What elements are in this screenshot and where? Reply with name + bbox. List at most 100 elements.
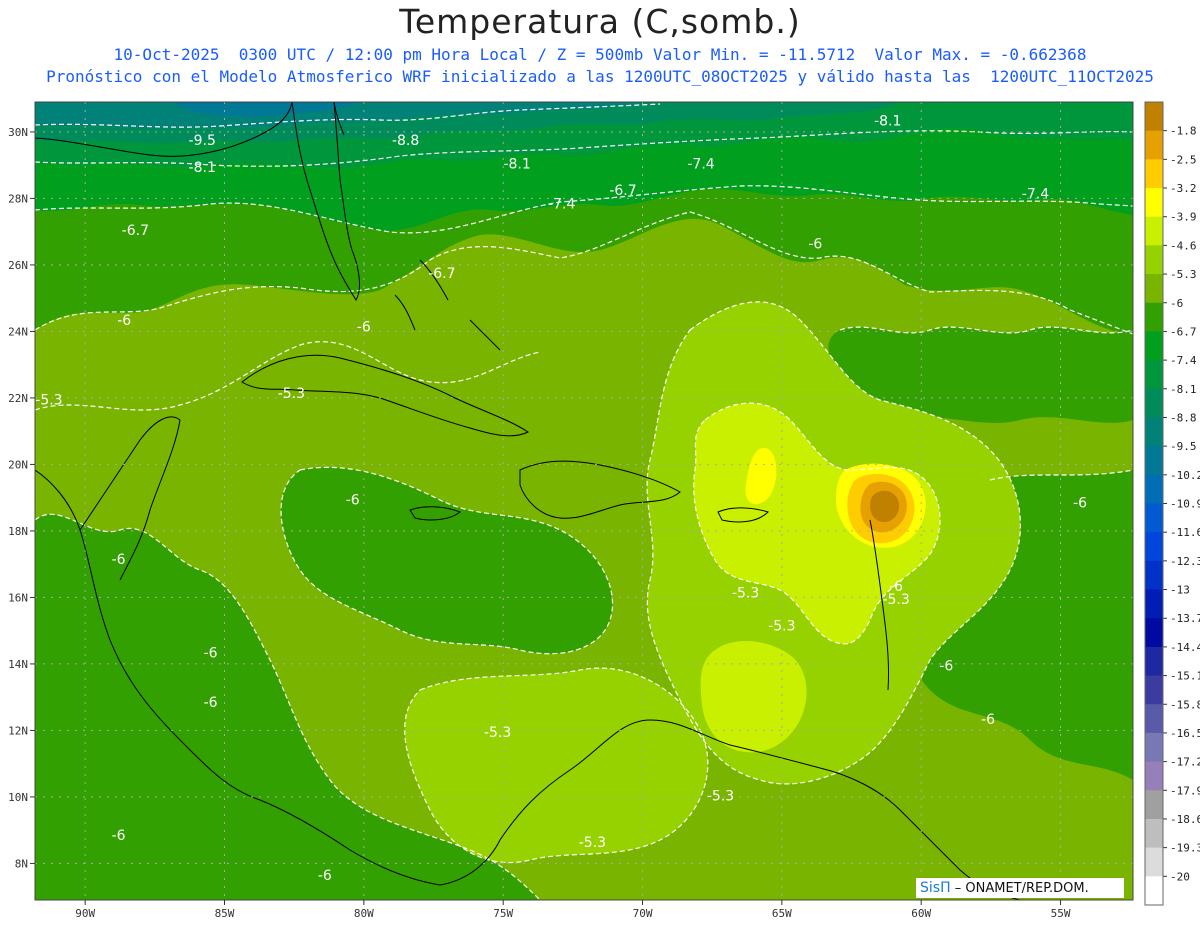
contour-label: -6.7 xyxy=(609,183,636,199)
color-scale-swatch xyxy=(1145,417,1163,447)
lon-tick-label: 80W xyxy=(354,907,374,920)
lat-tick-label: 26N xyxy=(8,259,28,272)
credit-label: SisΠ – ONAMET/REP.DOM. xyxy=(916,878,1124,898)
contour-label: -5.3 xyxy=(732,585,759,601)
color-scale-label: -3.9 xyxy=(1170,211,1197,224)
color-scale-swatch xyxy=(1145,188,1163,218)
color-scale-label: -15.8 xyxy=(1170,698,1200,711)
color-scale-swatch xyxy=(1145,818,1163,849)
color-scale-label: -12.3 xyxy=(1170,555,1200,568)
contour-label: -6 xyxy=(808,236,822,252)
color-scale-swatch xyxy=(1145,503,1163,533)
color-scale-label: -19.3 xyxy=(1170,842,1200,855)
color-scale-label: -4.6 xyxy=(1170,239,1197,252)
lon-tick-label: 60W xyxy=(911,907,931,920)
latitude-axis: 30N 28N 26N 24N 22N 20N 18N 16N 14N 12N 10N 8N xyxy=(8,126,35,870)
lon-tick-label: 55W xyxy=(1051,907,1071,920)
color-scale-swatch xyxy=(1145,446,1163,476)
field-band-1-8 xyxy=(870,490,900,522)
color-scale-swatch xyxy=(1145,790,1163,820)
color-scale-swatch xyxy=(1145,216,1163,246)
color-scale-label: -20 xyxy=(1170,870,1190,883)
color-scale-label: -11.6 xyxy=(1170,526,1200,539)
contour-label: -5.3 xyxy=(707,788,734,804)
color-scale-swatch xyxy=(1145,732,1163,763)
color-scale-label: -7.4 xyxy=(1170,354,1197,367)
lon-tick-label: 70W xyxy=(633,907,653,920)
color-scale-swatch xyxy=(1145,847,1163,877)
color-scale-swatch xyxy=(1145,130,1163,160)
contour-label: -7.4 xyxy=(548,196,575,212)
contour-label: -6 xyxy=(112,828,126,844)
contour-label: -7.4 xyxy=(1022,186,1049,202)
contour-label: -6 xyxy=(117,313,131,329)
color-scale-label: -9.5 xyxy=(1170,440,1197,453)
color-scale-label: -5.3 xyxy=(1170,268,1197,281)
contour-label: -5.3 xyxy=(768,619,795,635)
lon-tick-label: 85W xyxy=(215,907,235,920)
color-scale-label: -13 xyxy=(1170,584,1190,597)
lat-tick-label: 12N xyxy=(8,724,28,737)
color-scale-swatch xyxy=(1145,388,1163,418)
lat-tick-label: 30N xyxy=(8,126,28,139)
color-scale-label: -10.9 xyxy=(1170,498,1200,511)
color-scale-label: -16.5 xyxy=(1170,727,1200,740)
contour-label: -7.4 xyxy=(687,157,714,173)
color-scale-swatch xyxy=(1145,102,1163,132)
color-scale-label: -6.7 xyxy=(1170,325,1197,338)
color-scale-label: -14.4 xyxy=(1170,641,1200,654)
lat-tick-label: 16N xyxy=(8,591,28,604)
color-scale-swatch xyxy=(1145,589,1163,619)
color-scale-swatch xyxy=(1145,560,1163,591)
color-scale: -1.8 -2.5 -3.2 -3.9 -4.6 -5.3 -6 -6.7 -7.4 -8.1 -8… xyxy=(1144,101,1200,906)
color-scale-label: -18.6 xyxy=(1170,813,1200,826)
color-scale-label: -10.2 xyxy=(1170,469,1200,482)
color-scale-swatch xyxy=(1145,474,1163,504)
sistpi-logo: SisΠ xyxy=(920,880,951,896)
color-scale-label: -1.8 xyxy=(1170,125,1197,138)
contour-label: -8.1 xyxy=(874,113,901,129)
lat-tick-label: 10N xyxy=(8,791,28,804)
color-scale-swatch xyxy=(1145,675,1163,705)
color-scale-swatch xyxy=(1145,331,1163,361)
contour-label: -6.7 xyxy=(122,223,149,239)
lat-tick-label: 24N xyxy=(8,325,28,338)
contour-label: -5.3 xyxy=(278,386,305,402)
color-scale-swatch xyxy=(1145,876,1163,906)
contour-label: -8.8 xyxy=(392,133,419,149)
credit-text: – ONAMET/REP.DOM. xyxy=(954,881,1089,896)
color-scale-swatch xyxy=(1145,274,1163,304)
lat-tick-label: 22N xyxy=(8,392,28,405)
contour-label: -8.1 xyxy=(503,157,530,173)
shaded-field xyxy=(35,102,1133,900)
contour-label: -6 xyxy=(204,645,218,661)
color-scale-label: -6 xyxy=(1170,297,1183,310)
color-scale-swatch xyxy=(1145,704,1163,734)
contour-label: -6 xyxy=(1073,496,1087,512)
contour-label: -6 xyxy=(112,552,126,568)
color-scale-label: -17.2 xyxy=(1170,756,1200,769)
lon-tick-label: 75W xyxy=(493,907,513,920)
contour-label: -5.3 xyxy=(882,592,909,608)
contour-label: -6 xyxy=(318,868,332,884)
color-scale-swatch xyxy=(1145,302,1163,332)
contour-label: -6 xyxy=(346,492,360,508)
color-scale-label: -2.5 xyxy=(1170,153,1197,166)
contour-label: -6 xyxy=(939,659,953,675)
contour-label: -5.3 xyxy=(579,835,606,851)
color-scale-label: -15.1 xyxy=(1170,670,1200,683)
lon-tick-label: 90W xyxy=(75,907,95,920)
color-scale-label: -3.2 xyxy=(1170,182,1197,195)
color-scale-label: -8.8 xyxy=(1170,411,1197,424)
lon-tick-label: 65W xyxy=(772,907,792,920)
color-scale-label: -13.7 xyxy=(1170,612,1200,625)
color-scale-label: -17.9 xyxy=(1170,784,1200,797)
contour-label: -6 xyxy=(357,319,371,335)
color-scale-swatch xyxy=(1145,245,1163,275)
contour-label: -5.3 xyxy=(484,725,511,741)
color-scale-swatch xyxy=(1145,532,1163,562)
longitude-axis: 90W 85W 80W 75W 70W 65W 60W 55W xyxy=(75,900,1071,920)
lat-tick-label: 28N xyxy=(8,192,28,205)
temperature-map: 30N 28N 26N 24N 22N 20N 18N 16N 14N 12N 10N 8N 90W 8… xyxy=(8,101,1200,920)
color-scale-swatch xyxy=(1145,646,1163,677)
